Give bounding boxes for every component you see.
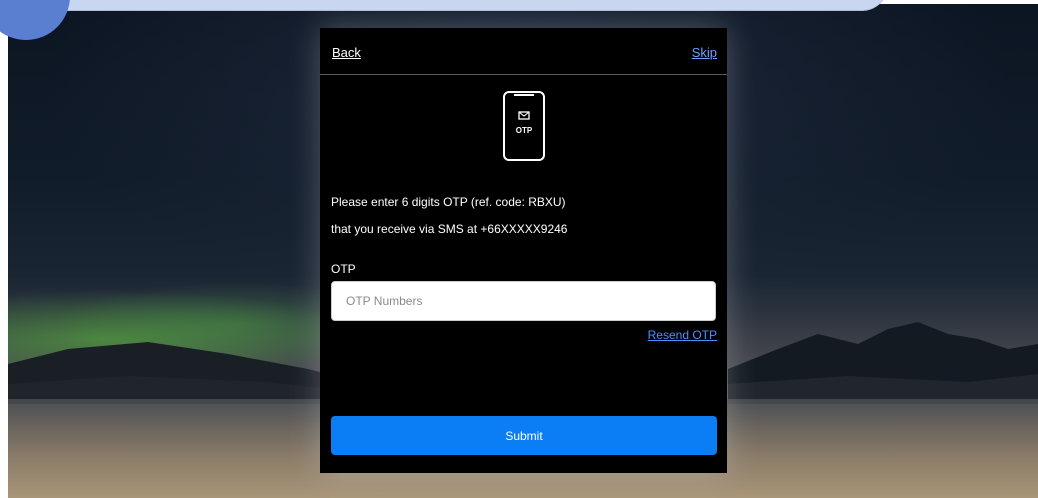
otp-modal: Back Skip OTP Please enter 6 digits OTP … xyxy=(320,28,727,473)
otp-input[interactable] xyxy=(331,281,716,321)
submit-button[interactable]: Submit xyxy=(331,416,717,455)
otp-field-label: OTP xyxy=(331,262,356,276)
modal-header: Back Skip xyxy=(320,28,727,75)
otp-phone-icon: OTP xyxy=(503,91,545,161)
otp-icon-label: OTP xyxy=(516,126,533,135)
top-banner xyxy=(33,0,888,10)
resend-otp-link[interactable]: Resend OTP xyxy=(648,328,717,342)
instruction-line-1: Please enter 6 digits OTP (ref. code: RB… xyxy=(331,195,566,209)
skip-link[interactable]: Skip xyxy=(692,45,717,60)
instruction-line-2: that you receive via SMS at +66XXXXX9246 xyxy=(331,222,568,236)
back-link[interactable]: Back xyxy=(332,45,361,60)
